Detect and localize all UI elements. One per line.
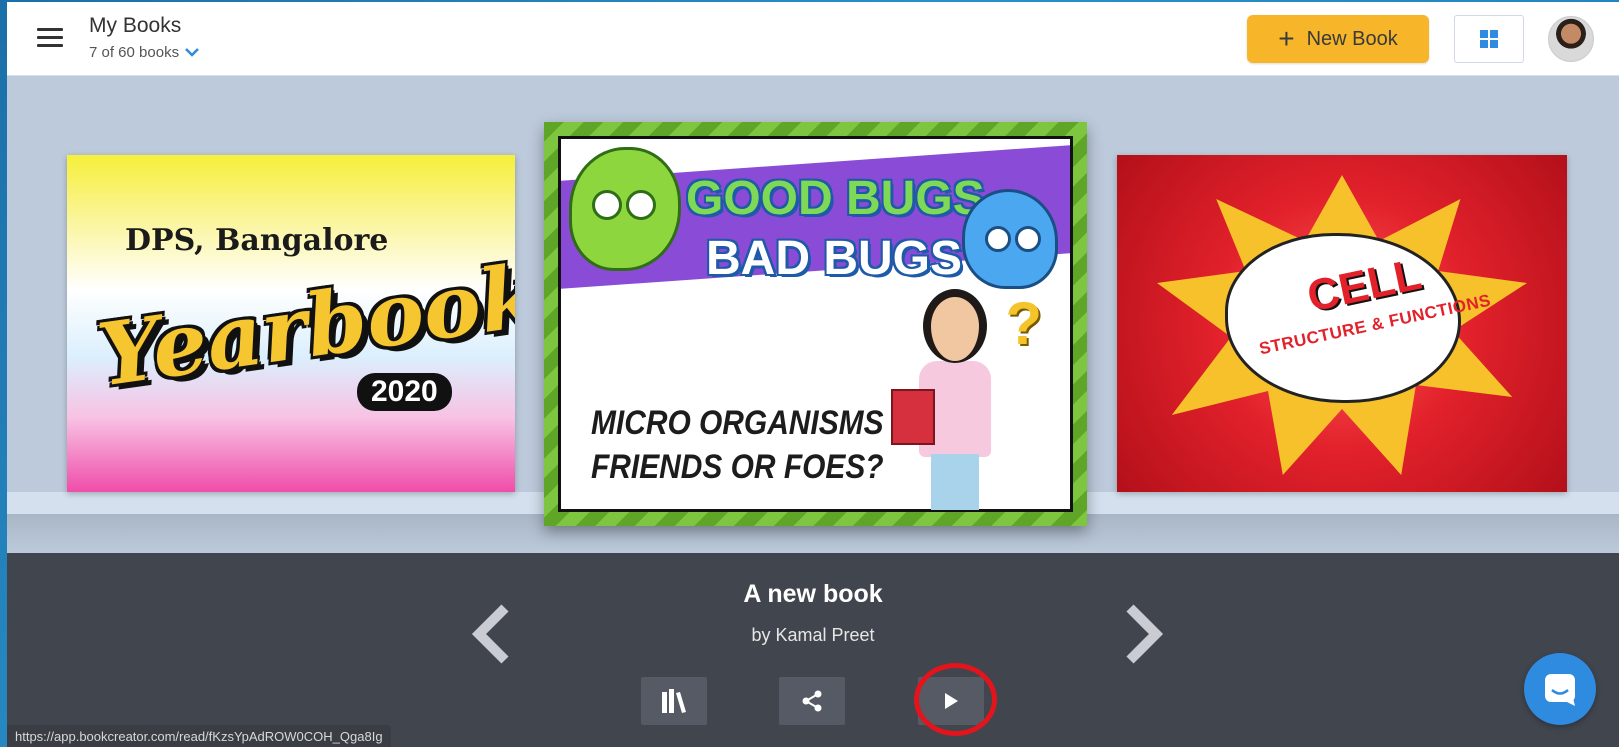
cover-text: Yearbook <box>92 244 515 407</box>
share-button[interactable] <box>779 677 845 725</box>
top-bar: My Books 7 of 60 books + New Book <box>7 2 1619 76</box>
plus-icon: + <box>1278 23 1295 54</box>
chevron-left-icon[interactable] <box>467 602 517 666</box>
book-cover-good-bugs[interactable]: GOOD BUGS BAD BUGS ? MICRO ORGANISMS FRI… <box>544 122 1087 526</box>
menu-icon[interactable] <box>37 28 63 48</box>
share-icon <box>802 690 822 712</box>
library-icon <box>662 689 686 713</box>
chat-button[interactable] <box>1524 653 1596 725</box>
new-book-button[interactable]: + New Book <box>1247 15 1429 63</box>
cover-text: FRIENDS OR FOES? <box>591 448 884 486</box>
illustration-part <box>931 454 979 510</box>
selected-book-title: A new book <box>743 580 883 608</box>
cover-inner: GOOD BUGS BAD BUGS ? MICRO ORGANISMS FRI… <box>558 136 1073 512</box>
cover-text: 2020 <box>357 373 452 411</box>
play-icon <box>945 693 958 709</box>
cover-subtitle: MICRO ORGANISMS FRIENDS OR FOES? <box>591 401 884 489</box>
cover-text: BAD BUGS <box>706 232 963 285</box>
grid-icon <box>1480 30 1498 48</box>
book-count-dropdown[interactable]: 7 of 60 books <box>89 44 199 61</box>
grid-view-button[interactable] <box>1454 15 1524 63</box>
book-cover-cell[interactable]: CELL STRUCTURE & FUNCTIONS <box>1117 155 1567 492</box>
illustration-part <box>891 389 935 445</box>
new-book-label: New Book <box>1306 27 1398 50</box>
library-button[interactable] <box>641 677 707 725</box>
chevron-down-icon <box>185 48 199 57</box>
book-count-label: 7 of 60 books <box>89 44 180 61</box>
chat-icon <box>1545 674 1575 706</box>
page-title: My Books <box>89 14 182 37</box>
illustration-part <box>923 289 987 363</box>
selected-book-author: by Kamal Preet <box>751 625 875 645</box>
status-bar-url: https://app.bookcreator.com/read/fKzsYpA… <box>7 725 391 747</box>
book-cover-yearbook[interactable]: DPS, Bangalore Yearbook 2020 <box>67 155 515 492</box>
teacher-avatar-illustration <box>891 289 1017 510</box>
app-frame: My Books 7 of 60 books + New Book DPS, B… <box>7 2 1619 747</box>
cover-text: MICRO ORGANISMS <box>591 404 884 442</box>
green-bug-illustration <box>569 147 681 271</box>
blue-bug-illustration <box>962 189 1058 289</box>
cover-text: GOOD BUGS <box>686 172 985 225</box>
play-button[interactable] <box>918 677 984 725</box>
avatar[interactable] <box>1548 16 1594 62</box>
cover-text: DPS, Bangalore <box>125 223 389 258</box>
chevron-right-icon[interactable] <box>1118 602 1168 666</box>
